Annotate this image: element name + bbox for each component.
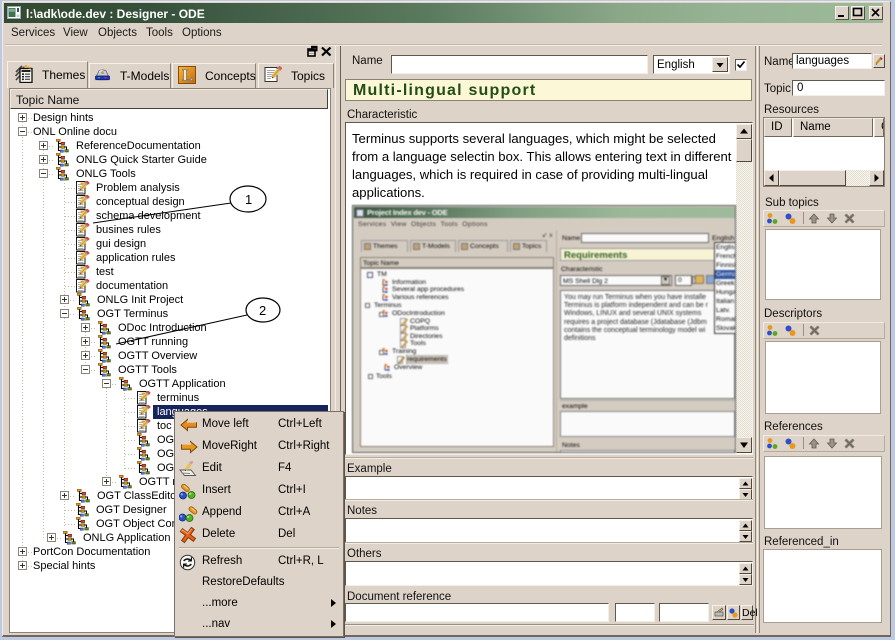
svg-text:L: L	[182, 66, 193, 84]
